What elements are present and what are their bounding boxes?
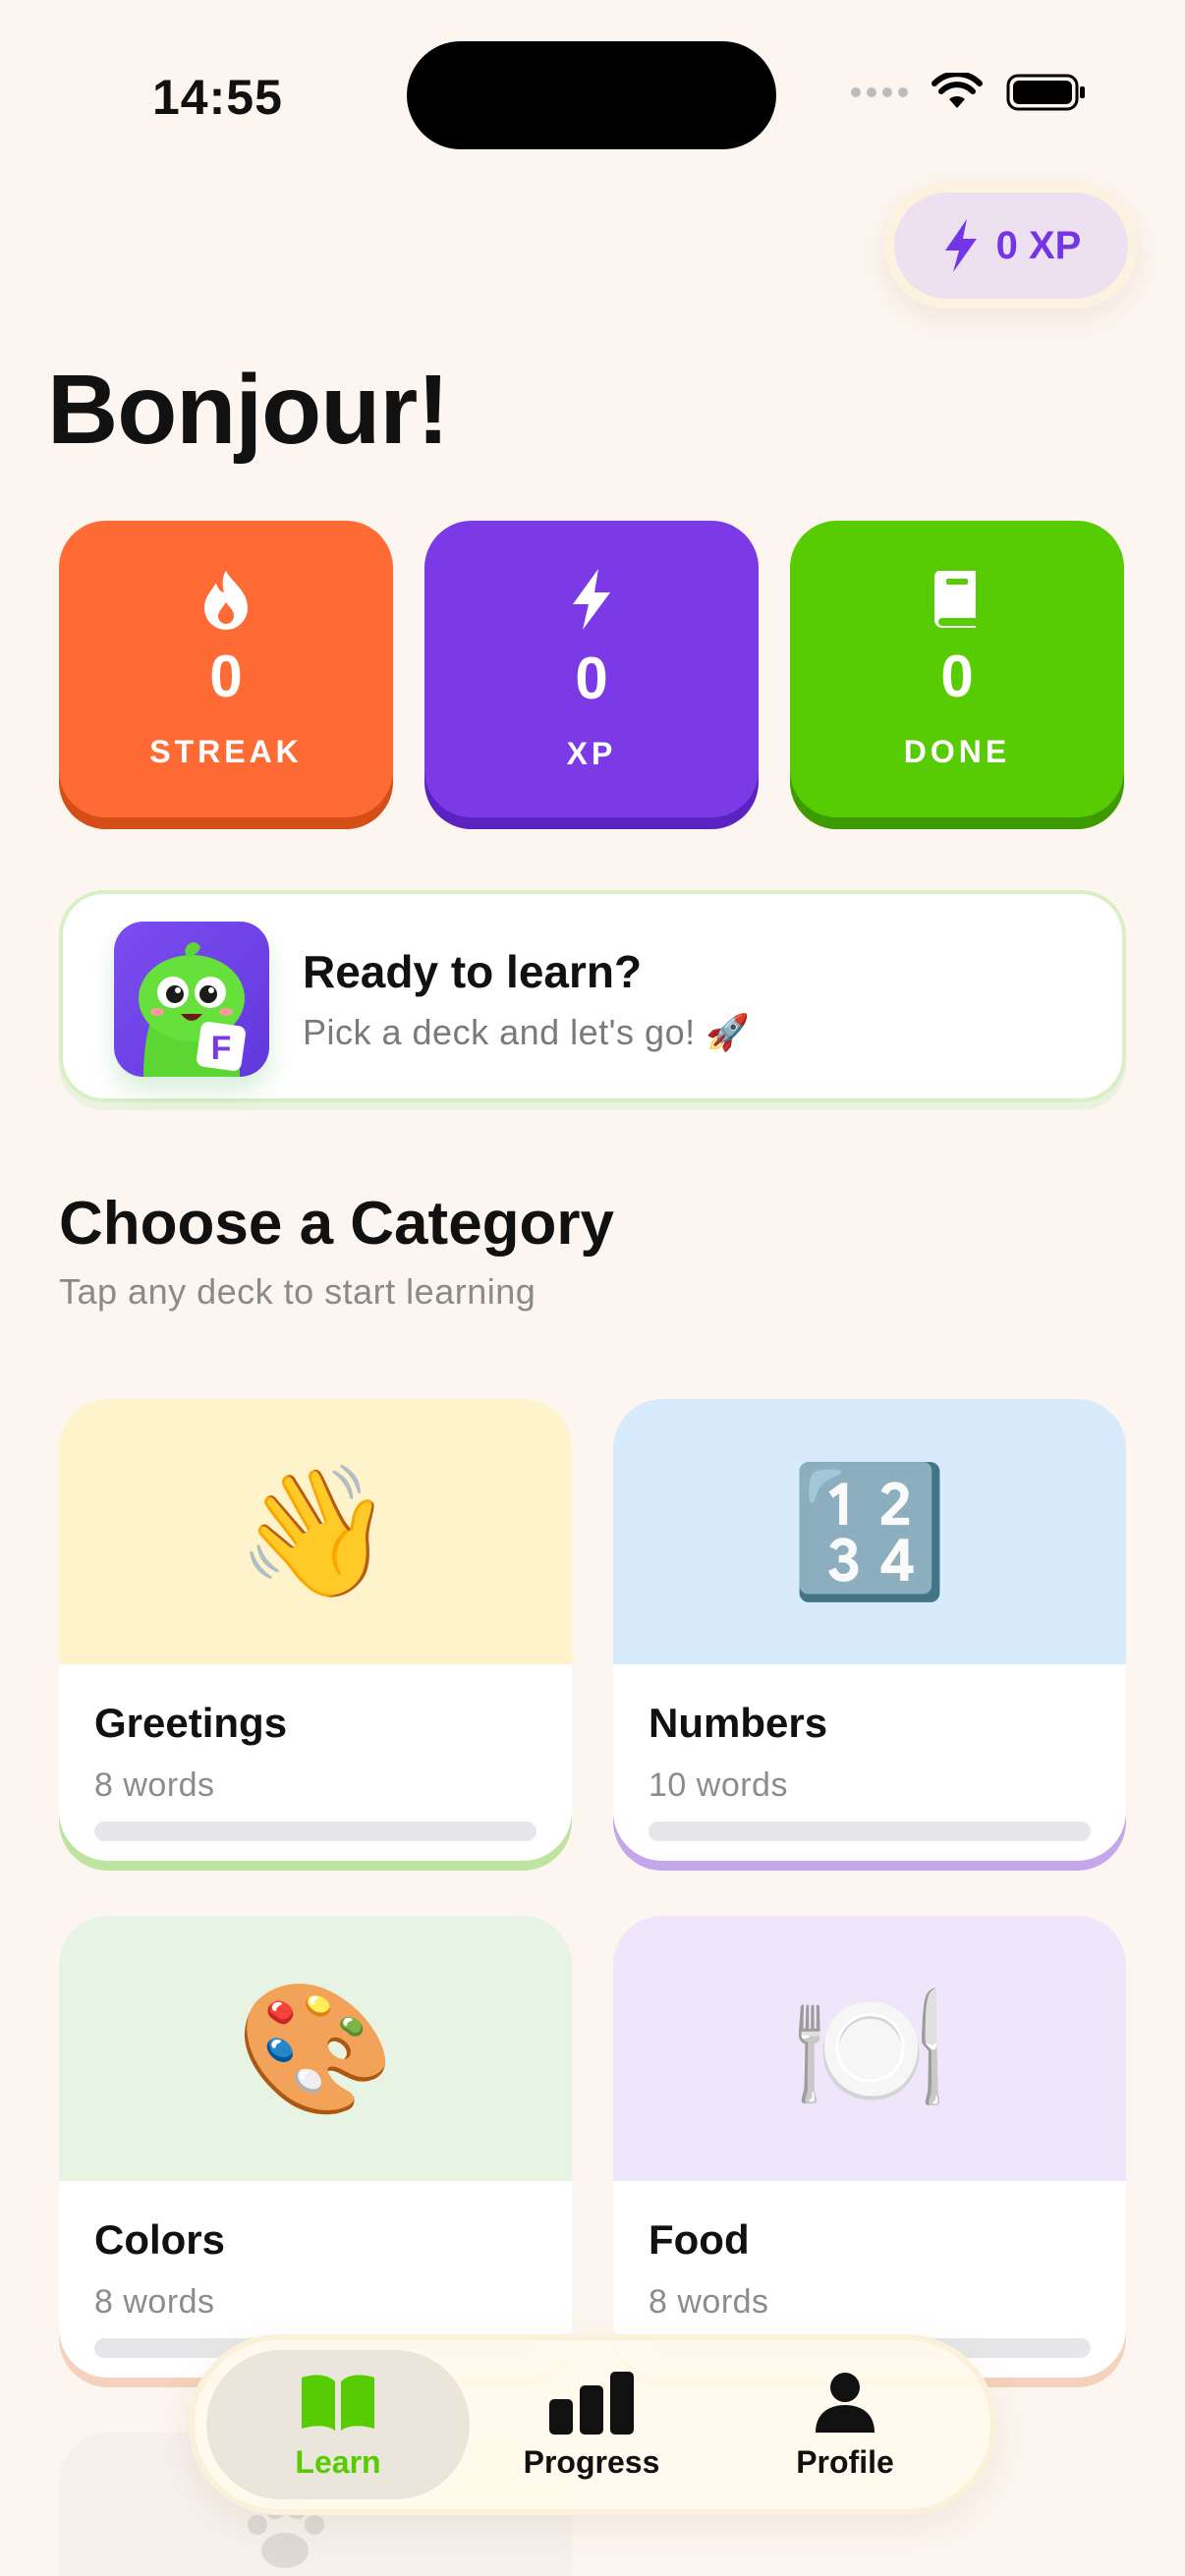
tab-progress-label: Progress — [523, 2443, 660, 2480]
paint-palette-icon: 🎨 — [236, 1977, 395, 2120]
person-icon — [816, 2372, 875, 2433]
dynamic-island — [407, 41, 776, 149]
plate-cutlery-icon: 🍽️ — [790, 1977, 949, 2120]
deck-word-count: 10 words — [649, 1766, 788, 1804]
section-title: Choose a Category — [59, 1190, 615, 1258]
status-time: 14:55 — [152, 70, 283, 125]
xp-label: XP — [566, 735, 617, 771]
deck-card-numbers[interactable]: 🔢 Numbers 10 words — [613, 1399, 1126, 1861]
status-indicators — [851, 73, 1087, 112]
ready-to-learn-banner[interactable]: F Ready to learn? Pick a deck and let's … — [59, 890, 1126, 1102]
xp-value: 0 — [575, 644, 608, 711]
deck-progress-bar — [649, 1821, 1091, 1841]
section-subtitle: Tap any deck to start learning — [59, 1271, 536, 1312]
cellular-signal-icon — [851, 87, 908, 97]
battery-icon — [1006, 74, 1085, 111]
deck-word-count: 8 words — [94, 1766, 215, 1804]
banner-subtitle: Pick a deck and let's go! 🚀 — [303, 1012, 751, 1052]
done-stat-card[interactable]: 0 DONE — [790, 521, 1124, 817]
mascot-avatar: F — [114, 922, 269, 1077]
open-book-icon — [302, 2374, 374, 2431]
done-value: 0 — [940, 643, 974, 709]
deck-cover: 🎨 — [59, 1916, 572, 2181]
deck-card-colors[interactable]: 🎨 Colors 8 words — [59, 1916, 572, 2378]
deck-card-food[interactable]: 🍽️ Food 8 words — [613, 1916, 1126, 2378]
deck-cover: 🔢 — [613, 1399, 1126, 1664]
banner-title: Ready to learn? — [303, 946, 643, 997]
deck-word-count: 8 words — [649, 2283, 769, 2321]
flame-icon — [204, 570, 248, 630]
deck-cover: 👋 — [59, 1399, 572, 1664]
streak-value: 0 — [209, 643, 243, 709]
deck-word-count: 8 words — [94, 2283, 215, 2321]
mascot-letter: F — [211, 1030, 232, 1067]
deck-progress-bar — [94, 1821, 536, 1841]
bar-chart-icon — [549, 2371, 634, 2435]
bottom-tab-bar: Learn Progress Profile — [189, 2334, 996, 2515]
tab-profile-label: Profile — [796, 2443, 894, 2480]
xp-stat-card[interactable]: 0 XP — [424, 521, 759, 817]
xp-badge-label: 0 XP — [995, 223, 1082, 267]
deck-name: Colors — [94, 2216, 226, 2263]
tab-learn[interactable]: Learn — [206, 2350, 470, 2499]
deck-name: Food — [649, 2216, 750, 2263]
bolt-icon — [573, 568, 610, 630]
streak-label: STREAK — [149, 733, 303, 769]
numbers-keycap-icon: 🔢 — [790, 1460, 949, 1603]
deck-name: Greetings — [94, 1700, 288, 1746]
wifi-icon — [931, 73, 983, 108]
waving-hand-icon: 👋 — [236, 1460, 395, 1603]
done-label: DONE — [903, 733, 1011, 769]
greeting-title: Bonjour! — [47, 355, 450, 465]
xp-badge[interactable]: 0 XP — [884, 183, 1138, 308]
deck-cover: 🍽️ — [613, 1916, 1126, 2181]
streak-stat-card[interactable]: 0 STREAK — [59, 521, 393, 817]
tab-profile[interactable]: Profile — [713, 2350, 977, 2499]
deck-card-greetings[interactable]: 👋 Greetings 8 words — [59, 1399, 572, 1861]
tab-learn-label: Learn — [295, 2443, 381, 2480]
deck-name: Numbers — [649, 1700, 828, 1746]
bolt-icon — [944, 219, 977, 272]
tab-progress[interactable]: Progress — [460, 2350, 723, 2499]
book-icon — [933, 570, 976, 628]
